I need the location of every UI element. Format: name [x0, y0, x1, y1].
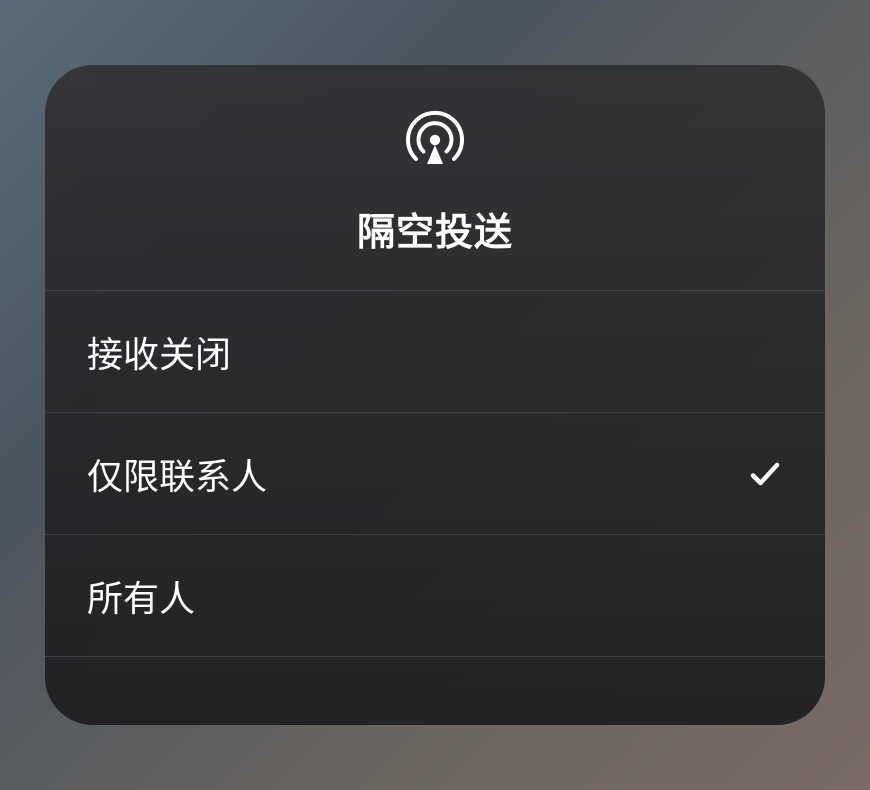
airdrop-settings-panel: 隔空投送 接收关闭 仅限联系人 所有人 [45, 65, 825, 725]
checkmark-icon [747, 456, 783, 492]
option-receiving-off[interactable]: 接收关闭 [45, 291, 825, 413]
option-label: 所有人 [87, 570, 195, 622]
option-contacts-only[interactable]: 仅限联系人 [45, 413, 825, 535]
option-label: 接收关闭 [87, 326, 231, 378]
option-label: 仅限联系人 [87, 448, 267, 500]
options-list: 接收关闭 仅限联系人 所有人 [45, 291, 825, 725]
panel-title: 隔空投送 [357, 201, 513, 256]
option-everyone[interactable]: 所有人 [45, 535, 825, 657]
panel-header: 隔空投送 [45, 65, 825, 291]
airdrop-icon [403, 107, 467, 171]
